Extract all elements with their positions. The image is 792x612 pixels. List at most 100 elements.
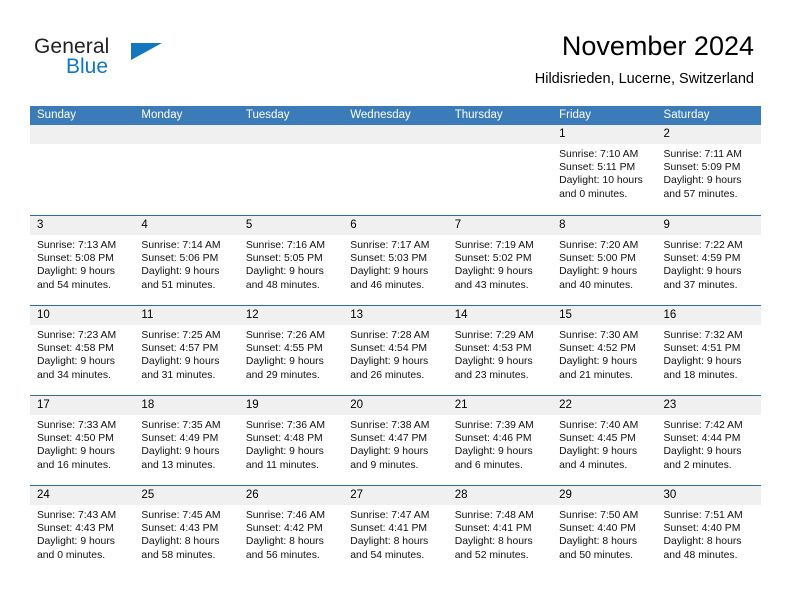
daylight-text-line2: and 31 minutes. (141, 369, 216, 381)
sunset-text: Sunset: 4:57 PM (141, 343, 219, 355)
sunset-text: Sunset: 5:06 PM (141, 253, 219, 265)
daylight-text-line2: and 37 minutes. (663, 279, 738, 291)
day-sun-info: Sunrise: 7:47 AM Sunset: 4:41 PM Daylight:… (343, 505, 447, 562)
day-number: 24 (30, 486, 135, 505)
daylight-text-line1: Daylight: 9 hours (559, 356, 638, 368)
daylight-text-line2: and 50 minutes. (559, 549, 634, 561)
day-number: 9 (656, 216, 761, 235)
sunrise-text: Sunrise: 7:13 AM (37, 240, 117, 251)
day-sun-info: Sunrise: 7:43 AM Sunset: 4:43 PM Daylight:… (30, 505, 134, 562)
sunset-text: Sunset: 4:51 PM (663, 343, 741, 355)
sunrise-text: Sunrise: 7:26 AM (245, 330, 325, 341)
calendar-day-cell[interactable]: 5 Sunrise: 7:16 AM Sunset: 5:05 PM Daylight… (238, 216, 344, 305)
sunrise-text: Sunrise: 7:19 AM (454, 240, 534, 251)
daylight-text-line2: and 51 minutes. (141, 279, 216, 291)
sunset-text: Sunset: 4:54 PM (350, 343, 428, 355)
calendar-day-cell[interactable]: 9 Sunrise: 7:22 AM Sunset: 4:59 PM Daylight… (656, 216, 761, 305)
triangle-icon (131, 43, 162, 60)
sunrise-text: Sunrise: 7:17 AM (350, 240, 430, 251)
calendar-day-cell[interactable]: 22 Sunrise: 7:40 AM Sunset: 4:45 PM Dayligh… (552, 396, 657, 485)
calendar-day-cell[interactable]: 29 Sunrise: 7:50 AM Sunset: 4:40 PM Dayligh… (552, 486, 657, 575)
daylight-text-line1: Daylight: 8 hours (663, 536, 742, 548)
day-number: 29 (552, 486, 657, 505)
calendar-day-cell[interactable]: 11 Sunrise: 7:25 AM Sunset: 4:57 PM Dayligh… (134, 306, 239, 395)
daylight-text-line2: and 11 minutes. (245, 459, 320, 471)
sunset-text: Sunset: 4:42 PM (245, 523, 323, 535)
daylight-text-line1: Daylight: 9 hours (454, 356, 533, 368)
sunrise-text: Sunrise: 7:35 AM (141, 420, 221, 431)
day-sun-info: Sunrise: 7:13 AM Sunset: 5:08 PM Daylight:… (30, 235, 134, 292)
daylight-text-line1: Daylight: 9 hours (663, 266, 742, 278)
weekday-header-monday: Monday (141, 109, 183, 121)
day-sun-info: Sunrise: 7:38 AM Sunset: 4:47 PM Daylight:… (343, 415, 447, 472)
daylight-text-line2: and 9 minutes. (350, 459, 419, 471)
sunset-text: Sunset: 4:43 PM (37, 523, 114, 535)
calendar-day-cell[interactable]: 7 Sunrise: 7:19 AM Sunset: 5:02 PM Daylight… (447, 216, 553, 305)
sunset-text: Sunset: 4:43 PM (141, 523, 219, 535)
daylight-text-line2: and 23 minutes. (454, 369, 529, 381)
calendar-day-cell[interactable]: 30 Sunrise: 7:51 AM Sunset: 4:40 PM Dayligh… (656, 486, 761, 575)
calendar-day-cell[interactable]: 26 Sunrise: 7:46 AM Sunset: 4:42 PM Dayligh… (238, 486, 344, 575)
day-number (343, 125, 448, 144)
day-sun-info: Sunrise: 7:48 AM Sunset: 4:41 PM Daylight:… (448, 505, 552, 562)
calendar-day-cell[interactable]: 6 Sunrise: 7:17 AM Sunset: 5:03 PM Daylight… (343, 216, 448, 305)
daylight-text-line1: Daylight: 9 hours (350, 266, 429, 278)
calendar-day-cell[interactable]: 10 Sunrise: 7:23 AM Sunset: 4:58 PM Dayligh… (30, 306, 135, 395)
sunrise-text: Sunrise: 7:28 AM (350, 330, 430, 341)
daylight-text-line1: Daylight: 8 hours (141, 536, 220, 548)
daylight-text-line1: Daylight: 9 hours (141, 266, 220, 278)
calendar-day-cell[interactable]: 21 Sunrise: 7:39 AM Sunset: 4:46 PM Dayligh… (447, 396, 553, 485)
calendar-day-cell[interactable]: 27 Sunrise: 7:47 AM Sunset: 4:41 PM Dayligh… (343, 486, 448, 575)
day-number: 28 (447, 486, 553, 505)
daylight-text-line2: and 26 minutes. (350, 369, 425, 381)
calendar-week-row: 17 Sunrise: 7:33 AM Sunset: 4:50 PM Dayligh… (30, 395, 761, 485)
day-number: 17 (30, 396, 135, 415)
day-sun-info: Sunrise: 7:32 AM Sunset: 4:51 PM Daylight:… (657, 325, 761, 382)
day-number (238, 125, 344, 144)
weekday-header-wednesday: Wednesday (350, 109, 411, 121)
calendar-day-cell[interactable]: 19 Sunrise: 7:36 AM Sunset: 4:48 PM Dayligh… (238, 396, 344, 485)
daylight-text-line2: and 54 minutes. (37, 279, 111, 291)
day-number (134, 125, 239, 144)
calendar-day-cell[interactable]: 3 Sunrise: 7:13 AM Sunset: 5:08 PM Daylight… (30, 216, 135, 305)
calendar-day-cell[interactable]: 17 Sunrise: 7:33 AM Sunset: 4:50 PM Dayligh… (30, 396, 135, 485)
sunset-text: Sunset: 5:11 PM (559, 162, 636, 174)
calendar-day-cell[interactable]: 28 Sunrise: 7:48 AM Sunset: 4:41 PM Dayligh… (447, 486, 553, 575)
calendar-day-cell[interactable]: 18 Sunrise: 7:35 AM Sunset: 4:49 PM Dayligh… (134, 396, 239, 485)
sunset-text: Sunset: 4:53 PM (454, 343, 532, 355)
sunrise-text: Sunrise: 7:50 AM (559, 510, 639, 521)
sunrise-text: Sunrise: 7:29 AM (454, 330, 534, 341)
calendar-day-cell[interactable]: 4 Sunrise: 7:14 AM Sunset: 5:06 PM Daylight… (134, 216, 239, 305)
calendar-day-cell[interactable]: 16 Sunrise: 7:32 AM Sunset: 4:51 PM Dayligh… (656, 306, 761, 395)
calendar-day-cell[interactable]: 1 Sunrise: 7:10 AM Sunset: 5:11 PM Daylight… (552, 125, 657, 215)
daylight-text-line1: Daylight: 9 hours (663, 356, 742, 368)
day-number: 22 (552, 396, 657, 415)
daylight-text-line2: and 56 minutes. (245, 549, 320, 561)
calendar-day-cell[interactable]: 23 Sunrise: 7:42 AM Sunset: 4:44 PM Dayligh… (656, 396, 761, 485)
general-blue-logo[interactable]: General Blue (34, 36, 234, 82)
calendar-day-cell[interactable]: 20 Sunrise: 7:38 AM Sunset: 4:47 PM Dayligh… (343, 396, 448, 485)
daylight-text-line2: and 40 minutes. (559, 279, 634, 291)
calendar-day-cell[interactable]: 25 Sunrise: 7:45 AM Sunset: 4:43 PM Dayligh… (134, 486, 239, 575)
sunset-text: Sunset: 5:02 PM (454, 253, 532, 265)
daylight-text-line2: and 13 minutes. (141, 459, 216, 471)
calendar-day-cell[interactable]: 13 Sunrise: 7:28 AM Sunset: 4:54 PM Dayligh… (343, 306, 448, 395)
day-sun-info: Sunrise: 7:39 AM Sunset: 4:46 PM Daylight:… (448, 415, 552, 472)
day-number: 16 (656, 306, 761, 325)
day-sun-info: Sunrise: 7:16 AM Sunset: 5:05 PM Daylight:… (239, 235, 343, 292)
calendar-day-cell[interactable]: 14 Sunrise: 7:29 AM Sunset: 4:53 PM Dayligh… (447, 306, 553, 395)
calendar-day-cell[interactable]: 12 Sunrise: 7:26 AM Sunset: 4:55 PM Dayligh… (238, 306, 344, 395)
day-sun-info: Sunrise: 7:14 AM Sunset: 5:06 PM Daylight:… (134, 235, 238, 292)
sunset-text: Sunset: 5:03 PM (350, 253, 428, 265)
calendar-day-cell[interactable]: 24 Sunrise: 7:43 AM Sunset: 4:43 PM Dayligh… (30, 486, 135, 575)
calendar-day-cell[interactable]: 8 Sunrise: 7:20 AM Sunset: 5:00 PM Daylight… (552, 216, 657, 305)
calendar-day-cell-empty (238, 125, 344, 215)
calendar-weeks: 1 Sunrise: 7:10 AM Sunset: 5:11 PM Daylight… (30, 125, 761, 575)
sunrise-text: Sunrise: 7:16 AM (245, 240, 325, 251)
daylight-text-line2: and 0 minutes. (559, 188, 628, 200)
calendar-day-cell[interactable]: 15 Sunrise: 7:30 AM Sunset: 4:52 PM Dayligh… (552, 306, 657, 395)
sunset-text: Sunset: 4:48 PM (245, 433, 323, 445)
day-number: 8 (552, 216, 657, 235)
calendar-day-cell[interactable]: 2 Sunrise: 7:11 AM Sunset: 5:09 PM Daylight… (656, 125, 761, 215)
daylight-text-line1: Daylight: 9 hours (37, 446, 115, 458)
